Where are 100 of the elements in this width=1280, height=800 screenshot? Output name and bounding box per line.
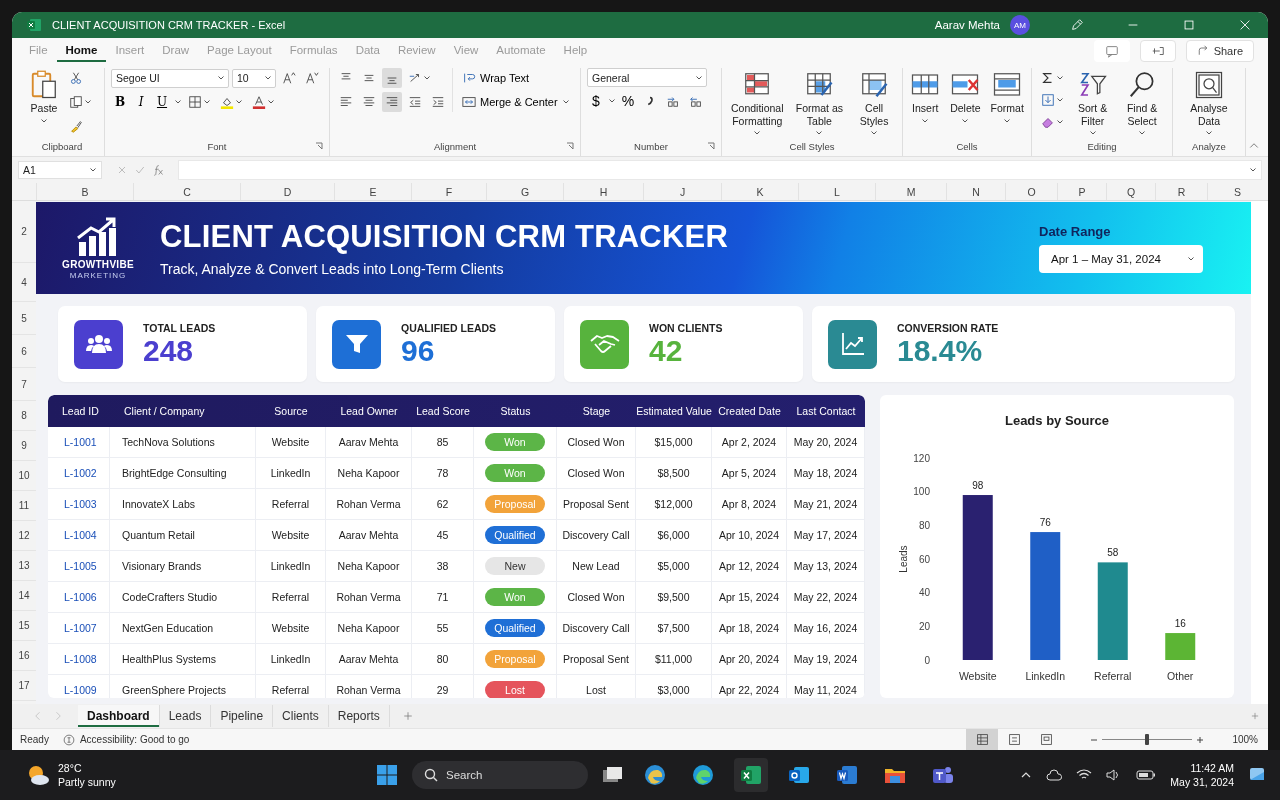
column-header[interactable]: K bbox=[721, 183, 798, 200]
cell-styles-button[interactable]: Cell Styles bbox=[852, 68, 896, 140]
column-header[interactable]: J bbox=[643, 183, 721, 200]
start-icon[interactable] bbox=[376, 764, 398, 786]
italic-button[interactable]: I bbox=[132, 92, 150, 112]
column-header[interactable]: B bbox=[36, 183, 133, 200]
percent-button[interactable]: % bbox=[619, 91, 637, 111]
table-cell: May 17, 2024 bbox=[787, 520, 865, 550]
align-button[interactable] bbox=[382, 68, 402, 88]
merge-center-button[interactable]: Merge & Center bbox=[459, 92, 573, 112]
bold-button[interactable]: B bbox=[111, 92, 129, 112]
currency-button[interactable]: $ bbox=[587, 91, 605, 111]
sheet-tab[interactable]: Clients bbox=[273, 705, 329, 727]
zoom-in-icon[interactable] bbox=[1196, 735, 1204, 744]
align-button[interactable] bbox=[382, 92, 402, 112]
search-icon bbox=[424, 768, 438, 782]
column-header[interactable]: D bbox=[240, 183, 334, 200]
table-cell: Aarav Mehta bbox=[326, 644, 412, 674]
wifi-icon[interactable] bbox=[1076, 769, 1093, 781]
find-select-button[interactable]: Find & Select bbox=[1118, 68, 1166, 140]
accessibility-icon bbox=[62, 733, 75, 746]
accessibility-status[interactable]: Accessibility: Good to go bbox=[79, 734, 190, 745]
column-header[interactable]: H bbox=[563, 183, 643, 200]
insert-button[interactable]: Insert bbox=[907, 68, 944, 127]
chart-title: Leads by Source bbox=[1004, 413, 1109, 428]
lead-id-link[interactable]: L-1005 bbox=[48, 551, 110, 581]
zoom-thumb[interactable] bbox=[1145, 734, 1149, 745]
grow-font-icon bbox=[282, 71, 296, 85]
taskbar-search[interactable]: Search bbox=[412, 761, 588, 789]
date-range-dropdown[interactable]: Apr 1 – May 31, 2024 bbox=[1039, 244, 1203, 273]
column-header[interactable]: E bbox=[334, 183, 411, 200]
sort-filter-button[interactable]: Sort & Filter bbox=[1071, 68, 1115, 140]
paste-button[interactable]: Paste bbox=[26, 68, 62, 127]
table-cell: CodeCrafters Studio bbox=[110, 582, 256, 612]
present-button[interactable] bbox=[1139, 40, 1176, 62]
taskbar-app[interactable] bbox=[734, 758, 768, 792]
column-header[interactable]: F bbox=[411, 183, 486, 200]
lead-id-link[interactable]: L-1001 bbox=[48, 427, 110, 457]
column-header[interactable]: N bbox=[946, 183, 1005, 200]
ribbon-tab[interactable]: Home bbox=[56, 40, 107, 62]
logo-tagline: MARKETING bbox=[69, 271, 127, 280]
task-view-icon[interactable] bbox=[602, 765, 624, 785]
number-format-select[interactable]: General bbox=[587, 68, 707, 87]
table-cell: Proposal Sent bbox=[557, 489, 636, 519]
cloud-icon[interactable] bbox=[1046, 769, 1063, 781]
table-cell: $6,000 bbox=[636, 520, 712, 550]
table-cell: $8,500 bbox=[636, 458, 712, 488]
sheet-tab[interactable]: Pipeline bbox=[211, 705, 274, 727]
table-cell: HealthPlus Systems bbox=[110, 644, 256, 674]
column-header[interactable]: G bbox=[486, 183, 563, 200]
table-cell: LinkedIn bbox=[256, 551, 326, 581]
status-badge: Qualified bbox=[485, 526, 545, 544]
pen-icon bbox=[1070, 18, 1084, 32]
sigma-icon bbox=[1041, 71, 1055, 85]
column-header[interactable]: P bbox=[1057, 183, 1106, 200]
lead-id-link[interactable]: L-1002 bbox=[48, 458, 110, 488]
comment-icon bbox=[1104, 44, 1119, 58]
table-cell: Apr 2, 2024 bbox=[712, 427, 787, 457]
lead-id-link[interactable]: L-1006 bbox=[48, 582, 110, 612]
zoom-level[interactable]: 100% bbox=[1218, 734, 1268, 745]
clock-time[interactable]: 11:42 AM bbox=[1190, 762, 1234, 774]
table-cell: Visionary Brands bbox=[110, 551, 256, 581]
clock-date[interactable]: May 31, 2024 bbox=[1170, 776, 1234, 788]
column-header[interactable]: L bbox=[798, 183, 875, 200]
caret-icon bbox=[174, 98, 182, 106]
column-header[interactable]: R bbox=[1155, 183, 1207, 200]
lead-id-link[interactable]: L-1007 bbox=[48, 613, 110, 643]
column-header[interactable]: S bbox=[1207, 183, 1267, 200]
sheet-tab[interactable]: Leads bbox=[159, 705, 212, 727]
column-header[interactable]: M bbox=[875, 183, 946, 200]
lead-id-link[interactable]: L-1004 bbox=[48, 520, 110, 550]
underline-button[interactable]: U bbox=[153, 92, 171, 112]
lead-id-link[interactable]: L-1003 bbox=[48, 489, 110, 519]
conditional-formatting-button[interactable]: Conditional Formatting bbox=[728, 68, 787, 140]
wrap-text-button[interactable]: Wrap Text bbox=[459, 68, 573, 88]
font-family-select[interactable]: Segoe UI bbox=[111, 68, 229, 88]
temperature: 28°C bbox=[58, 762, 83, 774]
battery-icon[interactable] bbox=[1136, 769, 1157, 781]
normal-view-button[interactable] bbox=[966, 729, 998, 750]
browser-icon bbox=[692, 764, 714, 786]
caret-icon bbox=[961, 116, 970, 125]
comments-button[interactable] bbox=[1093, 40, 1130, 62]
analyse-data-button[interactable]: Analyse Data bbox=[1179, 68, 1239, 140]
launcher-icon bbox=[566, 142, 574, 150]
share-button[interactable]: Share bbox=[1185, 40, 1254, 62]
lead-id-link[interactable]: L-1008 bbox=[48, 644, 110, 674]
sheet-tab[interactable]: Reports bbox=[328, 705, 390, 727]
status-badge: Proposal bbox=[485, 495, 545, 513]
user-avatar[interactable]: AM bbox=[1010, 15, 1030, 35]
data-label: 16 bbox=[1174, 618, 1186, 630]
column-header[interactable]: O bbox=[1005, 183, 1057, 200]
delete-button[interactable]: Delete bbox=[947, 68, 984, 127]
name-box[interactable]: A1 bbox=[18, 161, 102, 179]
column-header[interactable]: Q bbox=[1106, 183, 1155, 200]
format-button[interactable]: Format bbox=[987, 68, 1027, 127]
column-header[interactable]: C bbox=[133, 183, 240, 200]
status-badge: Won bbox=[485, 588, 545, 606]
font-size-select[interactable]: 10 bbox=[232, 68, 276, 88]
sheet-tab[interactable]: Dashboard bbox=[78, 705, 160, 727]
format-as-table-button[interactable]: Format as Table bbox=[790, 68, 849, 140]
